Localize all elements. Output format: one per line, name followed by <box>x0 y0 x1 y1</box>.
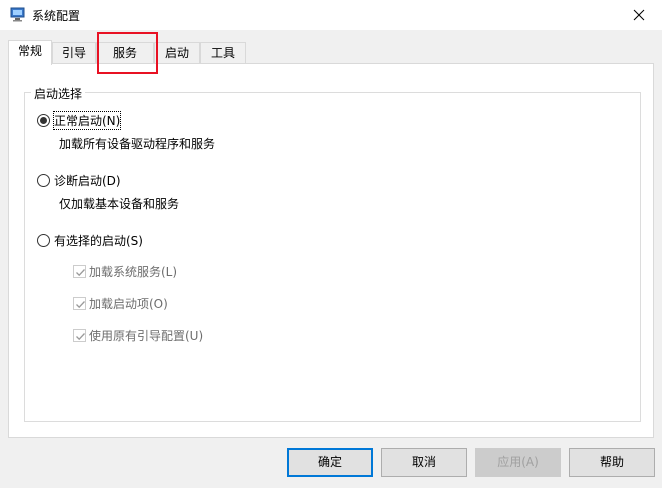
tab-tools[interactable]: 工具 <box>200 42 246 64</box>
load-startup-items-label: 加载启动项(O) <box>89 296 168 311</box>
use-original-boot-config-label: 使用原有引导配置(U) <box>89 328 204 343</box>
diagnostic-startup-radio[interactable]: 诊断启动(D) <box>37 171 121 189</box>
check-icon <box>76 268 85 276</box>
checkbox-box <box>73 264 86 278</box>
tab-startup-label: 启动 <box>164 46 189 60</box>
checkbox-box <box>73 328 86 342</box>
apply-button[interactable]: 应用(A) <box>475 448 561 477</box>
load-system-services-label: 加载系统服务(L) <box>89 264 178 279</box>
help-button[interactable]: 帮助 <box>569 448 655 477</box>
diagnostic-startup-label: 诊断启动(D) <box>54 173 121 188</box>
cancel-button[interactable]: 取消 <box>381 448 467 477</box>
general-tab-panel: 启动选择 正常启动(N) 加载所有设备驱动程序和服务 诊断启动(D) 仅加载基本… <box>8 63 654 438</box>
load-system-services-checkbox[interactable]: 加载系统服务(L) <box>73 262 177 280</box>
radio-indicator <box>37 113 50 127</box>
tab-general-label: 常规 <box>17 44 42 58</box>
tab-startup[interactable]: 启动 <box>154 42 200 64</box>
window-title: 系统配置 <box>32 9 81 23</box>
radio-indicator <box>37 173 50 187</box>
tab-boot-label: 引导 <box>61 46 86 60</box>
group-legend: 启动选择 <box>31 85 86 102</box>
selective-startup-label: 有选择的启动(S) <box>54 233 143 248</box>
tab-tools-label: 工具 <box>210 46 235 60</box>
radio-indicator <box>37 233 50 247</box>
tab-general[interactable]: 常规 <box>8 40 52 65</box>
load-startup-items-checkbox[interactable]: 加载启动项(O) <box>73 294 168 312</box>
normal-startup-label: 正常启动(N) <box>52 110 122 130</box>
use-original-boot-config-checkbox[interactable]: 使用原有引导配置(U) <box>73 326 203 344</box>
startup-selection-group: 启动选择 正常启动(N) 加载所有设备驱动程序和服务 诊断启动(D) 仅加载基本… <box>24 85 641 422</box>
check-icon <box>76 332 85 340</box>
normal-startup-radio[interactable]: 正常启动(N) <box>37 110 122 130</box>
ok-button[interactable]: 确定 <box>287 448 373 477</box>
selective-startup-radio[interactable]: 有选择的启动(S) <box>37 231 143 249</box>
title-bar: 系统配置 <box>0 0 662 30</box>
checkbox-box <box>73 296 86 310</box>
close-icon <box>633 9 645 21</box>
close-button[interactable] <box>616 0 662 30</box>
diagnostic-startup-desc: 仅加载基本设备和服务 <box>59 197 180 211</box>
msconfig-icon <box>10 7 26 22</box>
tab-boot[interactable]: 引导 <box>52 42 96 64</box>
check-icon <box>76 300 85 308</box>
normal-startup-desc: 加载所有设备驱动程序和服务 <box>59 137 216 151</box>
services-tab-highlight <box>97 32 158 74</box>
